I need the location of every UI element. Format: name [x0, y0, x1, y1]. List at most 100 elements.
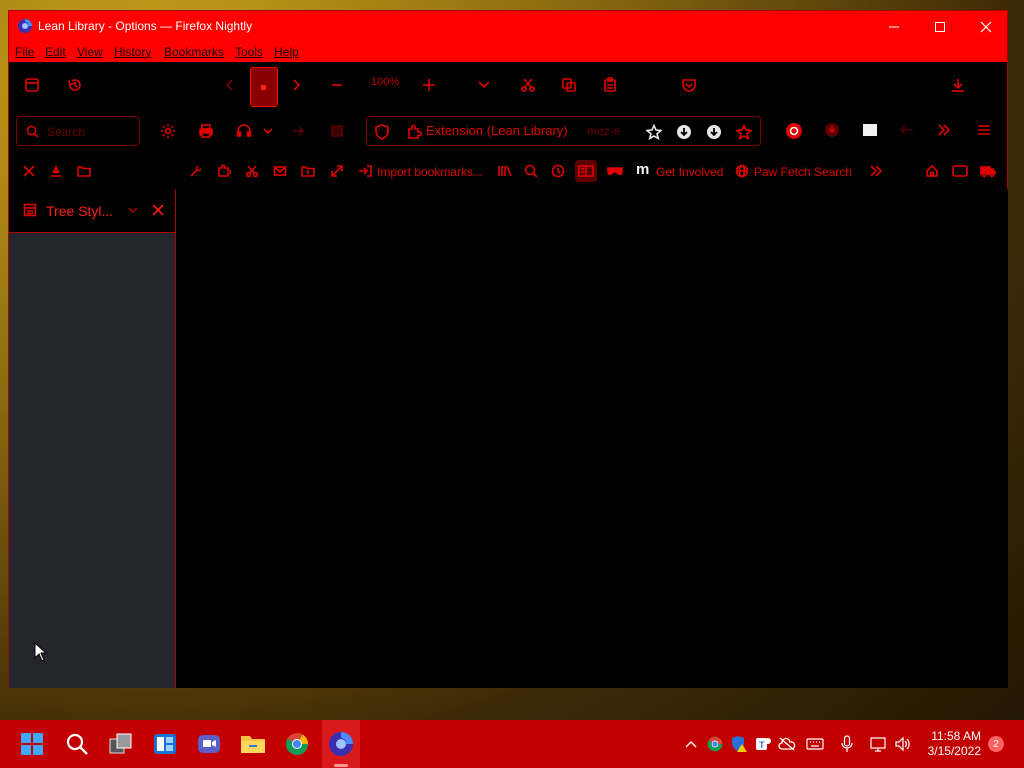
home-upload-icon[interactable]	[48, 163, 64, 179]
menu-tools[interactable]: Tools	[235, 45, 263, 59]
firefox-nightly-taskbar-button[interactable]	[322, 720, 360, 768]
network-icon[interactable]	[869, 730, 889, 758]
page-content[interactable]	[176, 189, 1008, 688]
get-involved-link[interactable]: Get Involved	[656, 165, 723, 179]
system-clock[interactable]: 11:58 AM 3/15/2022	[928, 729, 981, 759]
download-circle-icon[interactable]	[705, 123, 723, 141]
home-icon[interactable]	[924, 163, 940, 179]
paw-fetch-search-link[interactable]: Paw Fetch Search	[754, 165, 852, 179]
search-input[interactable]: Search	[16, 116, 140, 146]
firefox-nightly-icon	[327, 730, 355, 758]
search-icon[interactable]	[63, 730, 91, 758]
settings-icon[interactable]	[159, 122, 177, 140]
bookmark-star-icon[interactable]	[645, 123, 663, 141]
headphones-icon[interactable]	[235, 122, 253, 140]
close-icon[interactable]	[21, 163, 37, 179]
task-view-icon[interactable]	[107, 730, 135, 758]
sidebar-icon[interactable]	[23, 76, 41, 94]
file-explorer-icon[interactable]	[239, 730, 267, 758]
teams-chat-icon[interactable]	[195, 730, 223, 758]
url-bar[interactable]: Extension (Lean Library) moz-e	[366, 116, 761, 146]
mask-icon[interactable]	[606, 163, 624, 179]
chevron-down-icon[interactable]	[261, 122, 275, 140]
expand-icon[interactable]	[329, 163, 345, 179]
chevron-down-icon[interactable]	[475, 76, 493, 94]
taskbar: T 11:58 AM 3/15/2022 2	[0, 720, 1024, 768]
url-text[interactable]: moz-e	[587, 124, 631, 138]
copy-icon[interactable]	[560, 76, 578, 94]
print-icon[interactable]	[197, 122, 215, 140]
teams-tray-icon[interactable]: T	[753, 730, 773, 758]
paste-icon[interactable]	[601, 76, 619, 94]
volume-icon[interactable]	[893, 730, 913, 758]
import-bookmarks-link[interactable]: Import bookmarks...	[377, 165, 483, 179]
back-arrow-icon[interactable]	[898, 121, 916, 139]
close-button[interactable]	[963, 11, 1009, 42]
scissors-tool-icon[interactable]	[244, 163, 260, 179]
defender-warning-icon[interactable]	[729, 730, 749, 758]
window-icon[interactable]	[952, 163, 968, 179]
url-identity[interactable]: Extension (Lean Library)	[426, 123, 568, 138]
microphone-icon[interactable]	[837, 730, 857, 758]
history-icon[interactable]	[66, 76, 84, 94]
start-button[interactable]	[18, 730, 46, 758]
clock-icon[interactable]	[550, 163, 566, 179]
menu-view[interactable]: View	[77, 45, 103, 59]
wrench-icon[interactable]	[188, 163, 204, 179]
menu-bookmarks[interactable]: Bookmarks	[164, 45, 224, 59]
menu-file[interactable]: File	[15, 45, 34, 59]
mail-icon[interactable]	[272, 163, 288, 179]
library-icon[interactable]	[496, 163, 514, 179]
chrome-icon[interactable]	[283, 730, 311, 758]
menu-edit[interactable]: Edit	[45, 45, 66, 59]
download-icon[interactable]	[949, 76, 967, 94]
cut-icon[interactable]	[519, 76, 537, 94]
sidebar-panel[interactable]	[9, 233, 175, 688]
active-tab[interactable]	[250, 67, 278, 107]
chevron-down-icon[interactable]	[126, 203, 140, 217]
search-icon	[25, 124, 39, 138]
import-icon[interactable]	[357, 163, 373, 179]
extension-circle-icon[interactable]	[784, 121, 804, 141]
keyboard-icon[interactable]	[805, 730, 825, 758]
close-icon[interactable]	[150, 202, 166, 218]
folder-icon[interactable]	[300, 163, 316, 179]
onedrive-offline-icon[interactable]	[777, 730, 797, 758]
puzzle-icon[interactable]	[216, 163, 232, 179]
shield-icon[interactable]	[373, 123, 391, 141]
overflow-chevrons-icon[interactable]	[935, 121, 953, 139]
extension-white-icon[interactable]	[861, 121, 879, 139]
forward-arrow-icon[interactable]	[287, 76, 305, 94]
reader-view-icon[interactable]	[575, 160, 597, 182]
chrome-tray-icon[interactable]	[705, 730, 725, 758]
menu-history[interactable]: History	[114, 45, 151, 59]
search-icon[interactable]	[523, 163, 539, 179]
notification-badge[interactable]: 2	[988, 736, 1004, 752]
navigation-toolbar: Search Extension (Lean Library) moz-e	[9, 108, 1007, 154]
zoom-in-icon[interactable]	[420, 76, 438, 94]
firefox-nightly-icon	[17, 18, 33, 34]
tab-icon	[261, 85, 266, 90]
sidebar-title[interactable]: Tree Styl...	[46, 203, 113, 219]
menu-help[interactable]: Help	[274, 45, 299, 59]
bookmark-star-icon[interactable]	[735, 123, 753, 141]
globe-icon[interactable]	[734, 163, 750, 179]
extension-download-icon[interactable]	[823, 121, 841, 139]
pocket-icon[interactable]	[680, 76, 698, 94]
truck-icon[interactable]	[980, 163, 996, 179]
browser-window: Lean Library - Options — Firefox Nightly…	[8, 10, 1008, 688]
zoom-level[interactable]: 100%	[371, 76, 399, 88]
clock-time: 11:58 AM	[931, 729, 981, 743]
puzzle-icon[interactable]	[405, 123, 423, 141]
menu-icon[interactable]	[975, 121, 993, 139]
overflow-chevrons-icon[interactable]	[868, 163, 884, 179]
minimize-button[interactable]	[871, 11, 917, 42]
zoom-out-icon[interactable]	[328, 76, 346, 94]
tray-overflow-chevron-icon[interactable]	[681, 730, 701, 758]
maximize-button[interactable]	[917, 11, 963, 42]
widgets-icon[interactable]	[151, 730, 179, 758]
mdn-icon[interactable]: m	[636, 161, 649, 178]
folder-icon[interactable]	[76, 163, 92, 179]
back-arrow-icon[interactable]	[221, 76, 239, 94]
download-circle-icon[interactable]	[675, 123, 693, 141]
